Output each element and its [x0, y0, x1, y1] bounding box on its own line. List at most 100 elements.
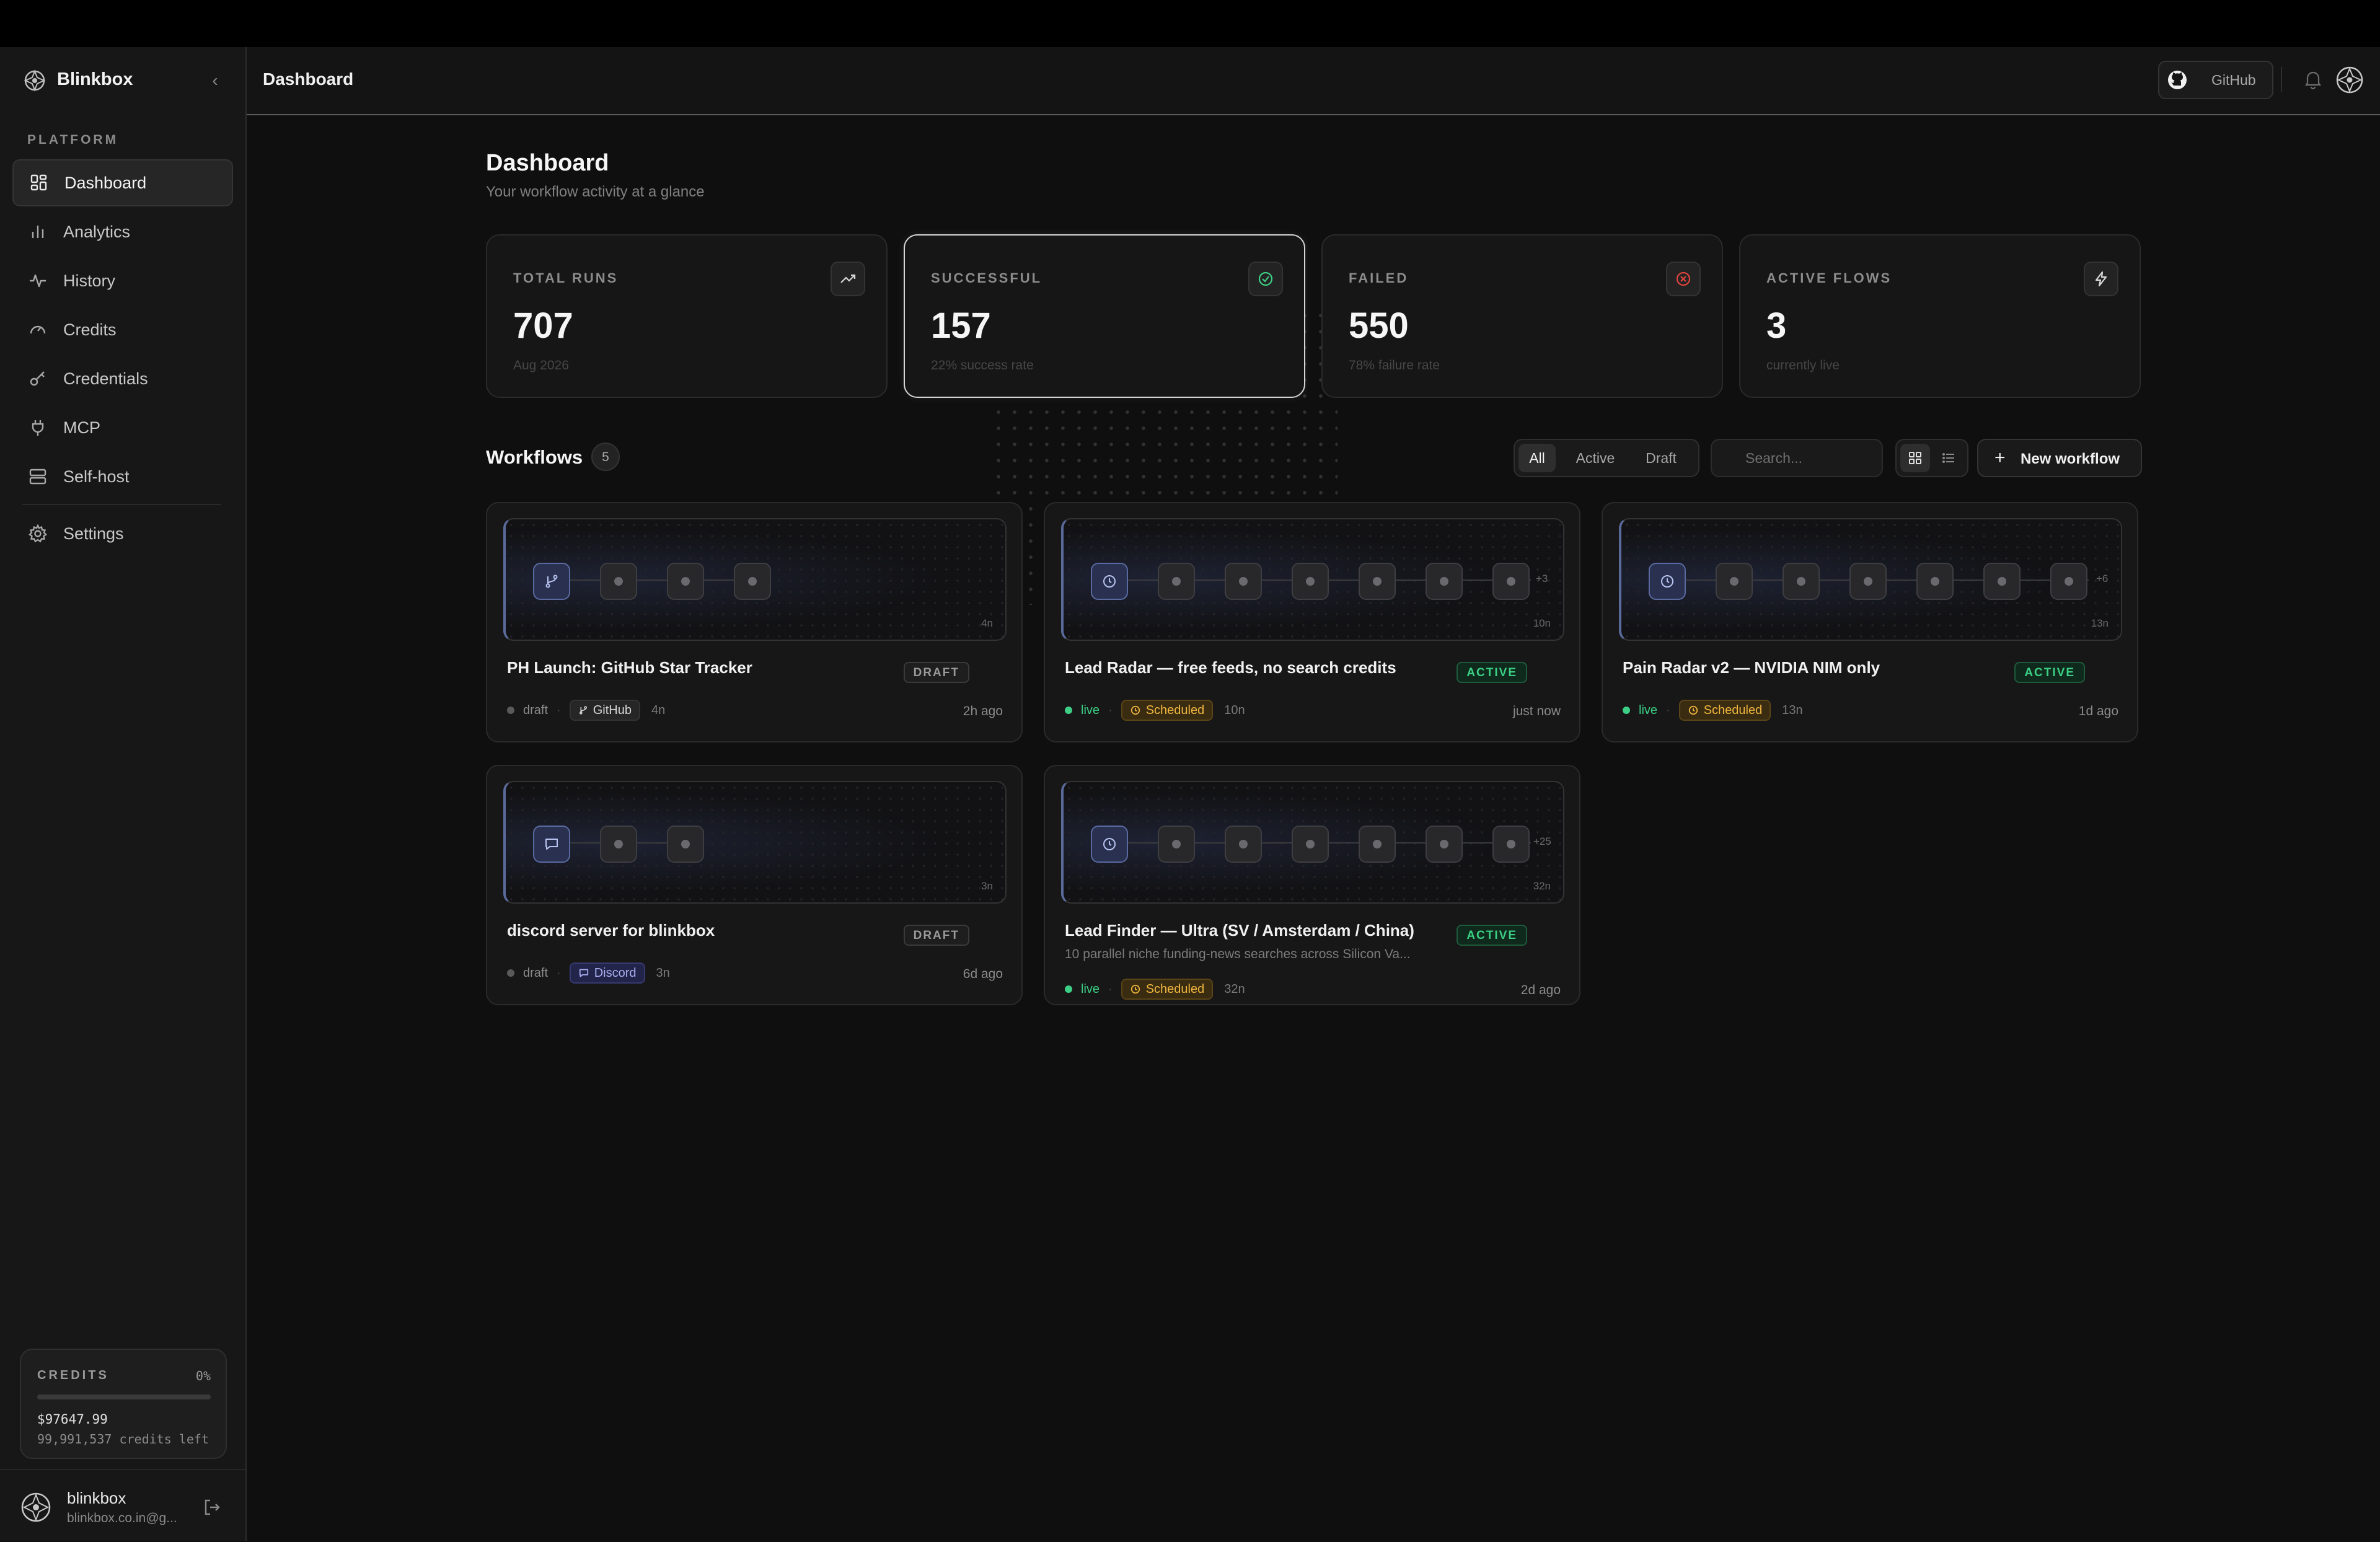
trigger-label: Scheduled [1703, 703, 1763, 717]
sidebar-item-self-host[interactable]: Self-host [12, 453, 233, 500]
workflow-node [1492, 826, 1530, 863]
filter-draft[interactable]: Draft [1630, 444, 1692, 472]
status-dot [1623, 707, 1630, 714]
stat-label: TOTAL RUNS [513, 270, 619, 286]
status-dot [1065, 985, 1072, 993]
page-title: Dashboard [486, 150, 609, 176]
sidebar-nav: Dashboard Analytics History Credits Cred… [12, 159, 233, 559]
gear-icon [27, 523, 48, 544]
sidebar-item-settings[interactable]: Settings [12, 510, 233, 557]
clock-icon [1091, 826, 1128, 863]
sidebar-item-credentials[interactable]: Credentials [12, 355, 233, 402]
workflow-node [1916, 563, 1954, 600]
grid-view-button[interactable] [1900, 444, 1930, 472]
activity-icon [27, 270, 48, 291]
more-nodes-count: +3 [1536, 573, 1548, 584]
clock-icon [1649, 563, 1686, 600]
stat-sub: 78% failure rate [1349, 358, 1440, 372]
blinkbox-logo-icon [24, 69, 46, 92]
list-icon [1942, 453, 1954, 463]
credits-percent: 0% [195, 1368, 211, 1383]
sidebar-item-mcp[interactable]: MCP [12, 404, 233, 451]
sidebar-item-history[interactable]: History [12, 257, 233, 304]
workflow-node [1716, 563, 1753, 600]
stat-card-active-flows: ACTIVE FLOWS 3 currently live [1739, 234, 2141, 398]
workflow-title: discord server for blinkbox [507, 921, 715, 940]
trending-up-icon [831, 262, 865, 296]
workflow-meta: draft · Discord 3n [507, 962, 670, 984]
new-workflow-label: New workflow [2021, 451, 2120, 467]
clock-icon [1688, 705, 1698, 715]
workflow-card[interactable]: +3 10n Lead Radar — free feeds, no searc… [1044, 502, 1580, 742]
workflow-meta: draft · GitHub 4n [507, 699, 665, 721]
status-badge: ACTIVE [2014, 662, 2085, 683]
trigger-label: Scheduled [1145, 703, 1205, 717]
node-count: 32n [1224, 982, 1245, 996]
workflow-node [1359, 826, 1396, 863]
workflow-state: draft [523, 703, 549, 717]
gauge-icon [27, 319, 48, 340]
node-count: 13n [1782, 703, 1803, 717]
stat-value: 707 [513, 306, 573, 346]
collapse-sidebar-button[interactable]: ‹ [206, 68, 224, 93]
sidebar-item-credits[interactable]: Credits [12, 306, 233, 353]
filter-active[interactable]: Active [1564, 444, 1626, 472]
preview-node-count: 4n [981, 617, 993, 629]
sidebar-item-analytics[interactable]: Analytics [12, 208, 233, 255]
trigger-pill: Scheduled [1121, 700, 1214, 721]
server-icon [27, 466, 48, 487]
filter-all[interactable]: All [1518, 444, 1556, 472]
trigger-pill: Discord [569, 963, 645, 984]
updated-time: just now [1512, 704, 1561, 718]
bell-icon[interactable] [2302, 68, 2324, 90]
workflow-card[interactable]: +25 32n Lead Finder — Ultra (SV / Amster… [1044, 765, 1580, 1005]
workflow-state: draft [523, 966, 549, 980]
updated-time: 1d ago [2078, 704, 2118, 718]
workflow-state: live [1081, 703, 1100, 717]
sidebar-item-label: Credentials [63, 369, 148, 388]
workflows-count-badge: 5 [591, 443, 620, 471]
github-button[interactable]: GitHub [2158, 61, 2273, 99]
stat-value: 3 [1766, 306, 1787, 346]
credits-amount: $97647.99 [37, 1412, 108, 1427]
workflow-meta: live · Scheduled 10n [1065, 699, 1245, 721]
x-circle-icon [1666, 262, 1701, 296]
search-input[interactable] [1711, 439, 1883, 477]
list-view-button[interactable] [1934, 444, 1963, 472]
node-count: 3n [656, 966, 670, 980]
more-nodes-count: +25 [1533, 835, 1551, 847]
preview-node-count: 32n [1533, 880, 1551, 892]
workflow-card[interactable]: 4n PH Launch: GitHub Star Tracker DRAFT … [486, 502, 1023, 742]
git-branch-icon [579, 706, 587, 715]
sidebar-item-dashboard[interactable]: Dashboard [12, 159, 233, 206]
check-circle-icon [1248, 262, 1283, 296]
trigger-pill: GitHub [569, 700, 640, 721]
avatar[interactable] [2335, 66, 2364, 94]
trigger-pill: Scheduled [1121, 979, 1214, 1000]
workflow-node [1492, 563, 1530, 600]
user-block[interactable]: blinkbox blinkbox.co.in@g... [0, 1469, 245, 1542]
status-badge: DRAFT [903, 925, 969, 946]
brand: Blinkbox ‹ [0, 47, 245, 114]
stat-sub: Aug 2026 [513, 358, 569, 372]
workflow-state: live [1081, 982, 1100, 996]
header-divider [2281, 67, 2282, 92]
workflow-node [1983, 563, 2021, 600]
workflow-description: 10 parallel niche funding-news searches … [1065, 947, 1411, 961]
workflow-card[interactable]: +6 13n Pain Radar v2 — NVIDIA NIM only A… [1602, 502, 2138, 742]
preview-node-count: 3n [981, 880, 993, 892]
more-nodes-count: +6 [2096, 573, 2109, 584]
credits-left: 99,991,537 credits left [37, 1432, 209, 1447]
workflow-preview: 3n [503, 781, 1007, 904]
workflow-node [1292, 563, 1329, 600]
workflow-meta: live · Scheduled 13n [1623, 699, 1803, 721]
search-wrapper [1711, 439, 1883, 477]
workflow-node [1359, 563, 1396, 600]
status-dot [507, 707, 514, 714]
new-workflow-button[interactable]: + New workflow [1977, 439, 2142, 477]
logout-icon[interactable] [202, 1497, 222, 1517]
dashboard-icon [29, 172, 50, 193]
bolt-icon [2084, 262, 2118, 296]
workflow-card[interactable]: 3n discord server for blinkbox DRAFT dra… [486, 765, 1023, 1005]
sidebar-item-label: Settings [63, 524, 124, 543]
